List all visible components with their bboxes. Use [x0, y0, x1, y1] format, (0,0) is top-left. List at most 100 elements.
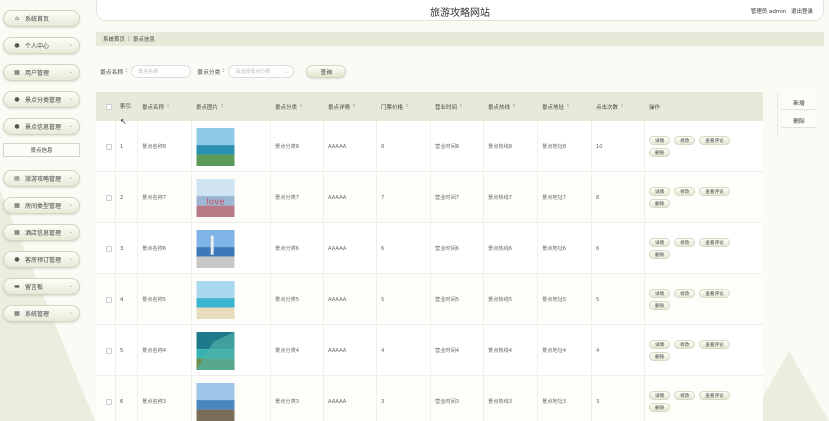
cell-category: 景点分类6: [271, 223, 324, 274]
cell-clicks: 3: [592, 376, 645, 421]
row-actions: 详情 修改 查看评论删除: [649, 325, 749, 376]
sidebar-item[interactable]: ⌂ 系统首页: [3, 10, 80, 27]
cell-address: 景点地址3: [538, 376, 592, 421]
detail-button[interactable]: 详情: [649, 187, 671, 196]
cell-price: 5: [377, 274, 431, 325]
cell-ops: 详情 修改 查看评论删除: [645, 376, 758, 421]
delete-row-button[interactable]: 删除: [649, 301, 671, 310]
row-checkbox[interactable]: [106, 347, 112, 354]
cell-hours: 营业时间7: [431, 172, 484, 223]
cell-address: 景点地址5: [538, 274, 592, 325]
view-comments-button[interactable]: 查看评论: [699, 340, 730, 349]
row-actions: 详情 修改 查看评论删除: [649, 121, 749, 172]
sidebar-item[interactable]: ▦ 系统管理 ⌄: [3, 305, 80, 322]
view-comments-button[interactable]: 查看评论: [699, 289, 730, 298]
header-category[interactable]: 景点分类 ⇕: [271, 92, 324, 121]
sidebar-item-label: 旅游攻略管理: [25, 176, 62, 183]
cell-category: 景点分类4: [271, 325, 324, 376]
table-row: 6 景点名称3 景点分类3 AAAAA 3 营业时间3 景点热线3 景点地址3 3 详情 修改 查看评…: [96, 376, 763, 421]
delete-button[interactable]: 删除: [782, 113, 816, 128]
delete-row-button[interactable]: 删除: [649, 148, 671, 157]
header-name[interactable]: 景点名称 ⇕: [138, 92, 192, 121]
edit-button[interactable]: 修改: [674, 391, 696, 400]
row-actions: 详情 修改 查看评论删除: [649, 172, 749, 223]
cell-category: 景点分类5: [271, 274, 324, 325]
sort-icon: ⇕: [166, 104, 170, 109]
detail-button[interactable]: 详情: [649, 238, 671, 247]
sidebar-item[interactable]: ● 景点分类管理 ⌄: [3, 91, 80, 108]
sidebar-icon: ●: [14, 96, 20, 103]
sidebar-item[interactable]: ▦ 用户管理 ⌄: [3, 64, 80, 81]
name-search-input[interactable]: 景点名称: [131, 64, 192, 78]
cell-price: 8: [377, 121, 431, 172]
view-comments-button[interactable]: 查看评论: [699, 391, 730, 400]
header-price[interactable]: 门票价格 ⇕: [377, 92, 431, 121]
cell-index: 6: [116, 376, 138, 421]
sidebar-item[interactable]: ▬ 留言板 ⌄: [3, 278, 80, 295]
checkbox-cell: [96, 274, 116, 325]
sidebar-item[interactable]: ▤ 旅游攻略管理 ⌄: [3, 170, 80, 187]
add-button[interactable]: 新增: [782, 95, 816, 110]
row-checkbox[interactable]: [106, 143, 112, 150]
cell-detail: AAAAA: [324, 376, 377, 421]
edit-button[interactable]: 修改: [674, 289, 696, 298]
view-comments-button[interactable]: 查看评论: [699, 187, 730, 196]
checkbox-cell: [96, 223, 116, 274]
header-address[interactable]: 景点地址 ⇕: [538, 92, 592, 121]
cell-detail: AAAAA: [324, 121, 377, 172]
sidebar-item[interactable]: ● 个人中心 ⌄: [3, 37, 80, 54]
delete-row-button[interactable]: 删除: [649, 403, 671, 412]
header-hours[interactable]: 营业时间 ⇕: [431, 92, 484, 121]
edit-button[interactable]: 修改: [674, 187, 696, 196]
select-all-checkbox[interactable]: [106, 103, 112, 110]
chevron-down-icon: ⌄: [68, 283, 73, 289]
edit-button[interactable]: 修改: [674, 136, 696, 145]
delete-row-button[interactable]: 删除: [649, 199, 671, 208]
chevron-down-icon: ⌄: [68, 69, 73, 75]
logout-link[interactable]: 退出登录: [791, 9, 813, 15]
header-detail[interactable]: 景点详情 ⇕: [324, 92, 377, 121]
sidebar-item[interactable]: ● 客房预订管理 ⌄: [3, 251, 80, 268]
view-comments-button[interactable]: 查看评论: [699, 136, 730, 145]
table-body: 1 景点名称8 景点分类8 AAAAA 8 营业时间8 景点热线8 景点地址8 10 详情 修改 查看…: [96, 121, 763, 421]
detail-button[interactable]: 详情: [649, 289, 671, 298]
cell-ops: 详情 修改 查看评论删除: [645, 274, 758, 325]
detail-button[interactable]: 详情: [649, 340, 671, 349]
cell-clicks: 4: [592, 325, 645, 376]
sidebar-item[interactable]: ▦ 房间类型管理 ⌄: [3, 197, 80, 214]
header-hotline[interactable]: 景点热线 ⇕: [484, 92, 538, 121]
row-checkbox[interactable]: [106, 296, 112, 303]
header-clicks[interactable]: 点击次数 ⇕: [592, 92, 645, 121]
row-checkbox[interactable]: [106, 245, 112, 252]
query-button[interactable]: 查询: [306, 64, 347, 78]
cell-index: 5: [116, 325, 138, 376]
table-row: 5 景点名称4 景点分类4 AAAAA 4 营业时间4 景点热线4 景点地址4 4 详情 修改 查看评…: [96, 325, 763, 376]
sidebar-item[interactable]: ▦ 酒店信息管理 ⌄: [3, 224, 80, 241]
cell-hours: 营业时间8: [431, 121, 484, 172]
breadcrumb-home[interactable]: 系统首页: [103, 35, 125, 43]
view-comments-button[interactable]: 查看评论: [699, 238, 730, 247]
sidebar-icon: ▦: [14, 310, 20, 317]
sort-icon: ⇕: [566, 104, 570, 109]
cell-hotline: 景点热线5: [484, 274, 538, 325]
chevron-down-icon: ⌄: [68, 96, 73, 102]
header-image[interactable]: 景点图片 ⇕: [192, 92, 271, 121]
delete-row-button[interactable]: 删除: [649, 250, 671, 259]
category-select[interactable]: 请选择景点分类 ⌄: [228, 64, 295, 78]
row-checkbox[interactable]: [106, 398, 112, 405]
edit-button[interactable]: 修改: [674, 340, 696, 349]
delete-row-button[interactable]: 删除: [649, 352, 671, 361]
sidebar-subitem[interactable]: 景点信息: [3, 143, 80, 157]
cell-name: 景点名称7: [138, 172, 192, 223]
breadcrumb: 系统首页 | 景点信息: [96, 32, 824, 46]
cell-image: love: [192, 172, 271, 223]
sidebar-item-label: 留言板: [25, 284, 44, 291]
sidebar-item[interactable]: ● 景点信息管理 ⌄: [3, 118, 80, 135]
edit-button[interactable]: 修改: [674, 238, 696, 247]
row-checkbox[interactable]: [106, 194, 112, 201]
cell-detail: AAAAA: [324, 223, 377, 274]
cell-index: 1: [116, 121, 138, 172]
detail-button[interactable]: 详情: [649, 136, 671, 145]
cell-image: [192, 274, 271, 325]
detail-button[interactable]: 详情: [649, 391, 671, 400]
